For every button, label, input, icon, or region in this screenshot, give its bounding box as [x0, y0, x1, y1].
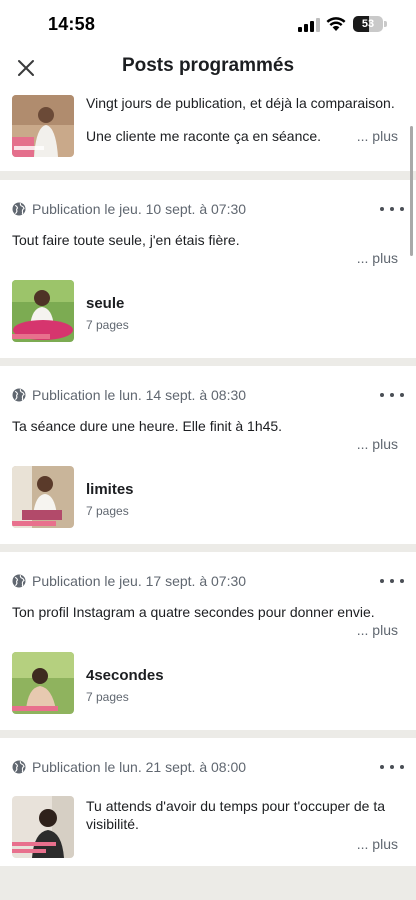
wifi-icon — [326, 17, 346, 31]
see-more-link[interactable]: ... plus — [357, 435, 398, 453]
post-text: Ton profil Instagram a quatre secondes p… — [12, 604, 375, 620]
post-thumbnail[interactable] — [12, 95, 74, 157]
battery-icon: 53 — [353, 16, 383, 32]
see-more-link[interactable]: ... plus — [357, 249, 398, 267]
post-thumbnail[interactable] — [12, 466, 74, 528]
post-thumbnail[interactable] — [12, 652, 74, 714]
status-bar: 14:58 53 — [0, 0, 416, 48]
post-card-partial[interactable]: Vingt jours de publication, et déjà la c… — [0, 92, 416, 171]
battery-cap — [384, 21, 387, 27]
carousel-title: 4secondes — [86, 667, 164, 684]
post-thumbnail[interactable] — [12, 796, 74, 858]
publication-date: Publication le jeu. 17 sept. à 07:30 — [32, 573, 247, 589]
more-options-button[interactable] — [380, 758, 404, 776]
post-header: Publication le jeu. 17 sept. à 07:30 — [12, 572, 246, 590]
more-options-button[interactable] — [380, 200, 404, 218]
publication-date: Publication le lun. 21 sept. à 08:00 — [32, 759, 247, 775]
globe-icon — [12, 388, 26, 402]
cellular-signal-icon — [298, 18, 320, 32]
more-options-button[interactable] — [380, 386, 404, 404]
globe-icon — [12, 760, 26, 774]
carousel-title: seule — [86, 295, 125, 312]
status-time: 14:58 — [48, 14, 96, 34]
publication-date: Publication le jeu. 10 sept. à 07:30 — [32, 201, 247, 217]
publication-date: Publication le lun. 14 sept. à 08:30 — [32, 387, 247, 403]
scheduled-posts-list[interactable]: Vingt jours de publication, et déjà la c… — [0, 92, 416, 900]
carousel-page-count: 7 pages — [86, 690, 129, 704]
see-more-link[interactable]: ... plus — [357, 835, 398, 853]
scrollbar[interactable] — [410, 126, 413, 256]
see-more-link[interactable]: ... plus — [357, 621, 398, 639]
post-thumbnail[interactable] — [12, 280, 74, 342]
post-card[interactable]: Publication le lun. 21 sept. à 08:00 Tu … — [0, 738, 416, 866]
globe-icon — [12, 574, 26, 588]
post-card[interactable]: Publication le lun. 14 sept. à 08:30 Ta … — [0, 366, 416, 544]
carousel-page-count: 7 pages — [86, 318, 129, 332]
post-header: Publication le lun. 14 sept. à 08:30 — [12, 386, 246, 404]
carousel-page-count: 7 pages — [86, 504, 129, 518]
post-header: Publication le jeu. 10 sept. à 07:30 — [12, 200, 246, 218]
more-options-button[interactable] — [380, 572, 404, 590]
see-more-link[interactable]: ... plus — [357, 127, 398, 145]
post-text: Tu attends d'avoir du temps pour t'occup… — [86, 798, 385, 832]
carousel-title: limites — [86, 481, 134, 498]
post-header: Publication le lun. 21 sept. à 08:00 — [12, 758, 246, 776]
battery-percentage: 53 — [361, 18, 375, 30]
post-card[interactable]: Publication le jeu. 17 sept. à 07:30 Ton… — [0, 552, 416, 730]
post-card[interactable]: Publication le jeu. 10 sept. à 07:30 Tou… — [0, 180, 416, 358]
post-text-line2: Une cliente me raconte ça en séance. — [86, 128, 322, 144]
post-text: Tout faire toute seule, j'en étais fière… — [12, 232, 240, 248]
post-text: Ta séance dure une heure. Elle finit à 1… — [12, 418, 283, 434]
post-text-line1: Vingt jours de publication, et déjà la c… — [86, 95, 395, 111]
globe-icon — [12, 202, 26, 216]
nav-bar: Posts programmés — [0, 48, 416, 92]
page-title: Posts programmés — [121, 55, 295, 76]
